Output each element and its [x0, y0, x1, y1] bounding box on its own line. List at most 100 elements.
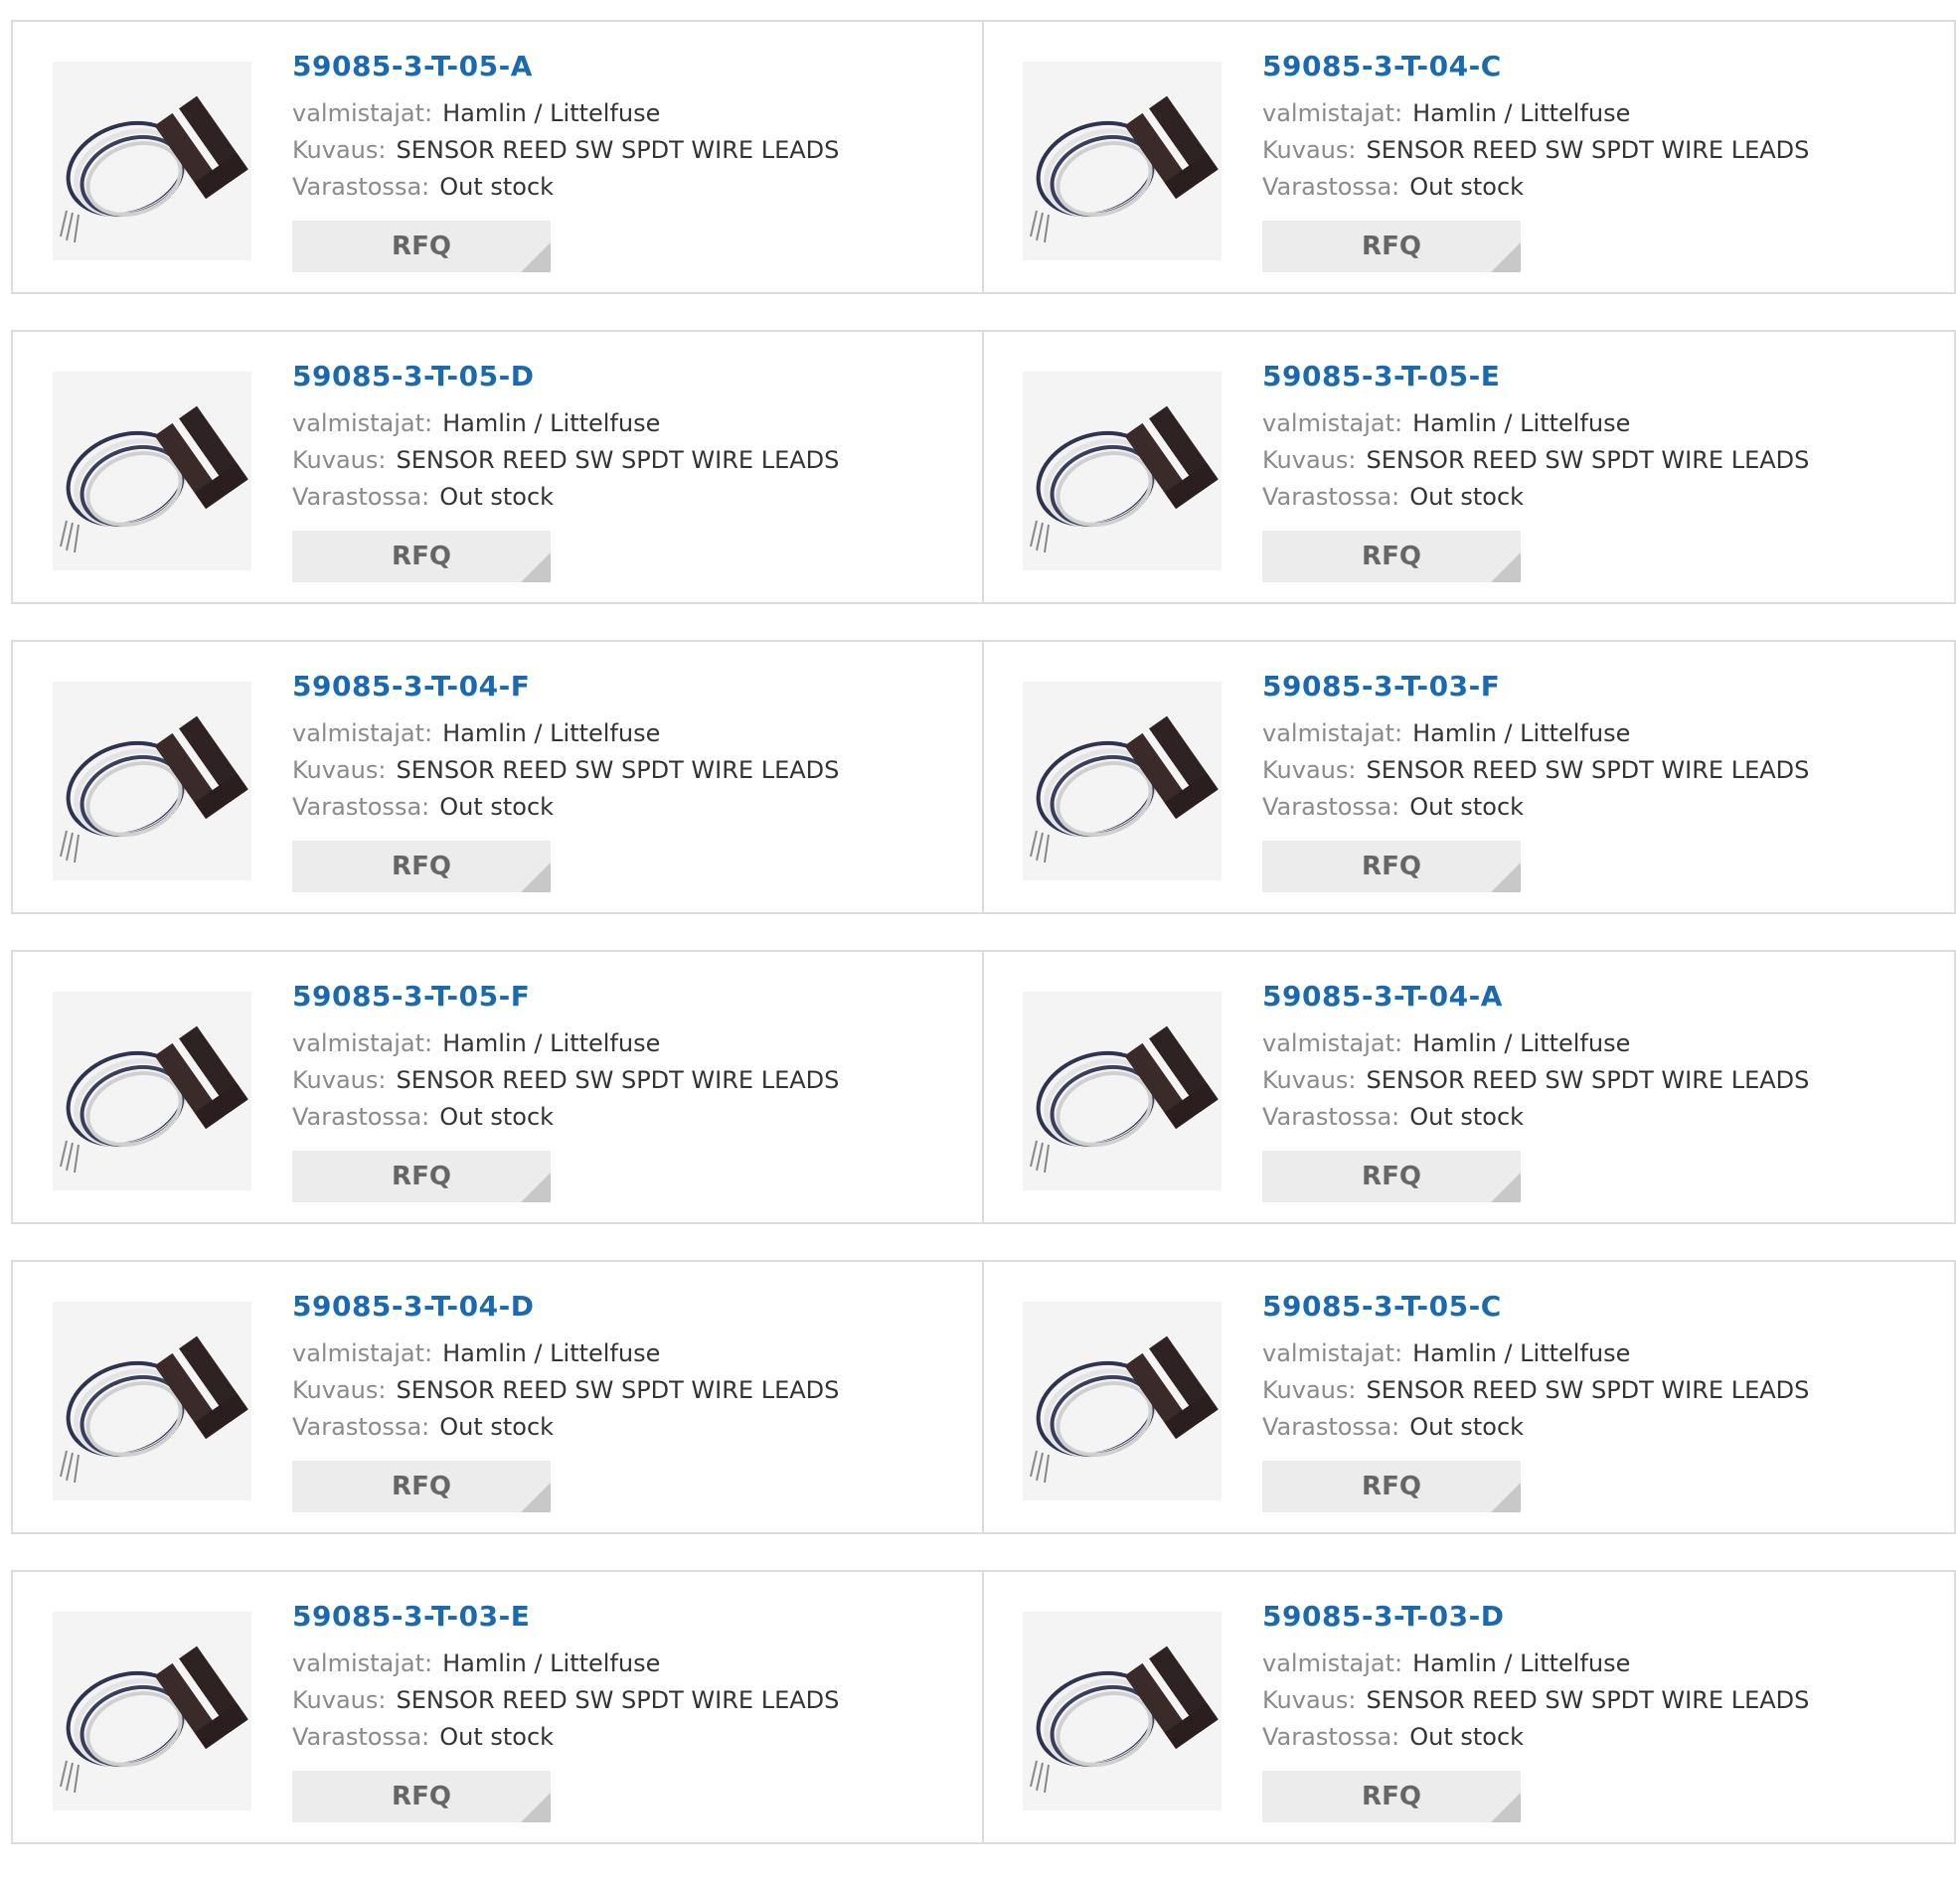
manufacturer-value: Hamlin / Littelfuse — [442, 409, 661, 437]
part-number-link[interactable]: 59085-3-T-05-A — [292, 50, 972, 83]
description-label: Kuvaus: — [1262, 1686, 1357, 1714]
part-number-link[interactable]: 59085-3-T-05-E — [1262, 360, 1944, 393]
rfq-label: RFQ — [392, 232, 451, 261]
manufacturer-line: valmistajat: Hamlin / Littelfuse — [292, 1335, 972, 1372]
stock-value: Out stock — [1409, 1413, 1525, 1441]
corner-triangle-icon — [521, 862, 551, 892]
manufacturer-line: valmistajat: Hamlin / Littelfuse — [1262, 715, 1944, 752]
description-line: Kuvaus: SENSOR REED SW SPDT WIRE LEADS — [1262, 132, 1944, 169]
rfq-label: RFQ — [1362, 1782, 1421, 1811]
corner-triangle-icon — [521, 1173, 551, 1202]
manufacturer-label: valmistajat: — [1262, 1649, 1403, 1677]
part-number-link[interactable]: 59085-3-T-03-D — [1262, 1600, 1944, 1634]
stock-value: Out stock — [1409, 793, 1525, 821]
rfq-button[interactable]: RFQ — [1262, 1151, 1521, 1202]
manufacturer-line: valmistajat: Hamlin / Littelfuse — [292, 1645, 972, 1682]
manufacturer-label: valmistajat: — [292, 1339, 433, 1367]
part-number-link[interactable]: 59085-3-T-04-C — [1262, 50, 1944, 83]
rfq-label: RFQ — [392, 542, 451, 571]
manufacturer-line: valmistajat: Hamlin / Littelfuse — [1262, 1025, 1944, 1062]
manufacturer-line: valmistajat: Hamlin / Littelfuse — [292, 1025, 972, 1062]
product-image[interactable] — [1023, 372, 1222, 570]
rfq-button[interactable]: RFQ — [292, 1771, 551, 1822]
reed-sensor-icon — [60, 1645, 248, 1794]
stock-value: Out stock — [439, 173, 555, 201]
reed-sensor-icon — [1030, 405, 1219, 553]
product-card: 59085-3-T-03-D valmistajat: Hamlin / Litt… — [984, 1570, 1956, 1844]
product-grid: 59085-3-T-05-A valmistajat: Hamlin / Litt… — [11, 20, 1957, 1880]
stock-label: Varastossa: — [1262, 1103, 1400, 1131]
manufacturer-value: Hamlin / Littelfuse — [442, 1029, 661, 1057]
product-card: 59085-3-T-04-D valmistajat: Hamlin / Litt… — [11, 1260, 984, 1534]
product-card: 59085-3-T-05-D valmistajat: Hamlin / Litt… — [11, 330, 984, 604]
description-value: SENSOR REED SW SPDT WIRE LEADS — [1366, 756, 1810, 784]
corner-triangle-icon — [1491, 1173, 1521, 1202]
product-info: 59085-3-T-05-F valmistajat: Hamlin / Litt… — [292, 980, 972, 1136]
manufacturer-line: valmistajat: Hamlin / Littelfuse — [292, 95, 972, 132]
stock-label: Varastossa: — [292, 1103, 430, 1131]
description-label: Kuvaus: — [1262, 136, 1357, 164]
stock-value: Out stock — [439, 793, 555, 821]
product-card: 59085-3-T-04-C valmistajat: Hamlin / Litt… — [984, 20, 1956, 294]
stock-label: Varastossa: — [1262, 173, 1400, 201]
corner-triangle-icon — [521, 1483, 551, 1512]
stock-value: Out stock — [439, 1103, 555, 1131]
product-image[interactable] — [53, 1612, 251, 1810]
corner-triangle-icon — [1491, 242, 1521, 272]
rfq-button[interactable]: RFQ — [1262, 1461, 1521, 1512]
product-image[interactable] — [1023, 62, 1222, 260]
rfq-button[interactable]: RFQ — [1262, 531, 1521, 582]
description-value: SENSOR REED SW SPDT WIRE LEADS — [396, 1066, 840, 1094]
rfq-label: RFQ — [1362, 542, 1421, 571]
product-image[interactable] — [1023, 1302, 1222, 1500]
product-row: 59085-3-T-05-F valmistajat: Hamlin / Litt… — [11, 950, 1957, 1224]
product-image[interactable] — [53, 62, 251, 260]
stock-label: Varastossa: — [292, 1723, 430, 1751]
description-line: Kuvaus: SENSOR REED SW SPDT WIRE LEADS — [292, 1062, 972, 1099]
product-image[interactable] — [1023, 992, 1222, 1190]
product-image[interactable] — [1023, 682, 1222, 880]
stock-line: Varastossa: Out stock — [292, 789, 972, 826]
product-info: 59085-3-T-05-A valmistajat: Hamlin / Litt… — [292, 50, 972, 206]
manufacturer-label: valmistajat: — [1262, 409, 1403, 437]
description-line: Kuvaus: SENSOR REED SW SPDT WIRE LEADS — [292, 1372, 972, 1409]
rfq-button[interactable]: RFQ — [292, 1461, 551, 1512]
part-number-link[interactable]: 59085-3-T-05-D — [292, 360, 972, 393]
manufacturer-label: valmistajat: — [1262, 1339, 1403, 1367]
description-line: Kuvaus: SENSOR REED SW SPDT WIRE LEADS — [292, 1682, 972, 1719]
part-number-link[interactable]: 59085-3-T-05-F — [292, 980, 972, 1014]
manufacturer-label: valmistajat: — [292, 1029, 433, 1057]
rfq-button[interactable]: RFQ — [292, 1151, 551, 1202]
stock-label: Varastossa: — [1262, 1723, 1400, 1751]
reed-sensor-icon — [1030, 95, 1219, 243]
product-image[interactable] — [53, 682, 251, 880]
rfq-button[interactable]: RFQ — [292, 531, 551, 582]
part-number-link[interactable]: 59085-3-T-03-F — [1262, 670, 1944, 704]
rfq-button[interactable]: RFQ — [1262, 841, 1521, 892]
part-number-link[interactable]: 59085-3-T-05-C — [1262, 1290, 1944, 1324]
rfq-button[interactable]: RFQ — [292, 221, 551, 272]
product-image[interactable] — [53, 372, 251, 570]
rfq-button[interactable]: RFQ — [1262, 1771, 1521, 1822]
product-image[interactable] — [1023, 1612, 1222, 1810]
product-info: 59085-3-T-04-D valmistajat: Hamlin / Litt… — [292, 1290, 972, 1446]
product-info: 59085-3-T-03-E valmistajat: Hamlin / Litt… — [292, 1600, 972, 1756]
part-number-link[interactable]: 59085-3-T-03-E — [292, 1600, 972, 1634]
manufacturer-label: valmistajat: — [1262, 1029, 1403, 1057]
rfq-label: RFQ — [392, 1472, 451, 1501]
manufacturer-label: valmistajat: — [1262, 99, 1403, 127]
product-info: 59085-3-T-04-C valmistajat: Hamlin / Litt… — [1262, 50, 1944, 206]
stock-line: Varastossa: Out stock — [1262, 1409, 1944, 1446]
rfq-button[interactable]: RFQ — [292, 841, 551, 892]
manufacturer-value: Hamlin / Littelfuse — [1412, 1649, 1631, 1677]
product-image[interactable] — [53, 992, 251, 1190]
stock-line: Varastossa: Out stock — [292, 1719, 972, 1756]
reed-sensor-icon — [60, 1025, 248, 1174]
rfq-button[interactable]: RFQ — [1262, 221, 1521, 272]
part-number-link[interactable]: 59085-3-T-04-A — [1262, 980, 1944, 1014]
part-number-link[interactable]: 59085-3-T-04-D — [292, 1290, 972, 1324]
part-number-link[interactable]: 59085-3-T-04-F — [292, 670, 972, 704]
description-label: Kuvaus: — [292, 1686, 387, 1714]
manufacturer-label: valmistajat: — [292, 99, 433, 127]
product-image[interactable] — [53, 1302, 251, 1500]
